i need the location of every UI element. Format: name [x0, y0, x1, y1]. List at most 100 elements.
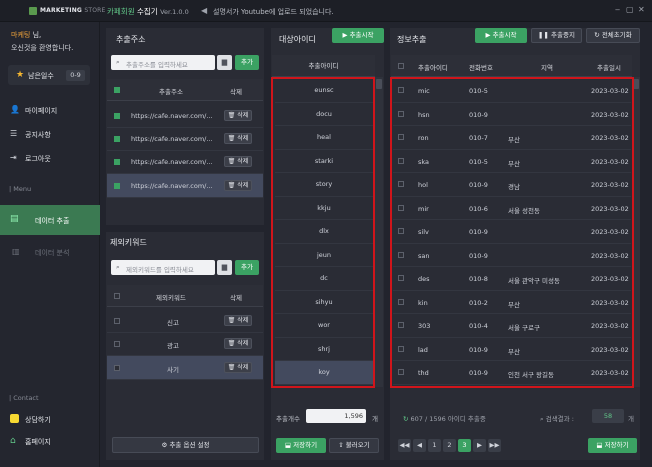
result-count-unit: 개: [628, 415, 634, 423]
last-page-icon[interactable]: ▶▶: [488, 439, 501, 452]
table-row[interactable]: https://cafe.naver.com/... 🗑 삭제: [107, 105, 263, 128]
refresh-icon: ↻: [594, 31, 600, 39]
info-table-header: 추출아이디 전화번호 지역 추출일시: [391, 55, 632, 77]
upload-icon: ⇪: [338, 441, 344, 449]
app-title: 카페회원 수집기 Ver.1.0.0: [107, 7, 189, 16]
highlight-box: [390, 77, 634, 388]
exclude-keyword-title: 제외키워드: [110, 238, 147, 247]
info-save-button[interactable]: ⬓ 저장하기: [588, 438, 637, 453]
sidebar-item-consult[interactable]: 상담하기: [25, 415, 51, 425]
save-icon: ⬓: [596, 441, 603, 449]
contact-section-label: | Contact: [9, 394, 39, 402]
target-id-title: 대상아이디: [279, 35, 316, 44]
target-count-unit: 개: [372, 415, 378, 423]
chart-icon: ▥: [12, 247, 20, 256]
table-row[interactable]: 신고 🗑 삭제: [107, 310, 263, 333]
sidebar-item-logout[interactable]: ⇥ 로그아웃: [0, 147, 100, 171]
first-page-icon[interactable]: ◀◀: [398, 439, 411, 452]
extract-options-button[interactable]: ⚙ 추출 옵션 설정: [112, 437, 259, 453]
next-page-icon[interactable]: ▶: [473, 439, 486, 452]
exclude-table-header: 제외키워드 삭제: [107, 285, 263, 307]
home-icon: ⌂: [10, 436, 16, 446]
progress-status: ↻ 607 / 1596 아이디 추출중: [403, 415, 486, 423]
page-button[interactable]: 2: [443, 439, 456, 452]
info-stop-button[interactable]: ❚❚ 추출중지: [531, 28, 582, 43]
sidebar-item-mypage[interactable]: 👤 마이페이지: [0, 99, 100, 123]
page-button[interactable]: 1: [428, 439, 441, 452]
result-count: ⌕ 검색결과 :: [540, 415, 574, 423]
target-count-label: 추출개수: [276, 415, 300, 423]
info-extract-title: 정보추출: [397, 35, 427, 44]
delete-button[interactable]: 🗑 삭제: [224, 338, 252, 349]
table-row[interactable]: https://cafe.naver.com/... 🗑 삭제: [107, 151, 263, 174]
prev-page-icon[interactable]: ◀: [413, 439, 426, 452]
row-checkbox[interactable]: [114, 365, 120, 371]
maximize-icon[interactable]: ▢: [626, 5, 634, 14]
remaining-days-label: 남은일수: [28, 72, 54, 80]
welcome-text: 오신것을 환영합니다.: [11, 44, 74, 52]
extract-table-header: 추출주소 삭제: [107, 79, 263, 101]
close-icon[interactable]: ✕: [638, 5, 645, 14]
highlight-box: [271, 77, 375, 388]
folder-icon[interactable]: ▆: [217, 55, 232, 70]
user-icon: 👤: [10, 105, 20, 114]
row-checkbox[interactable]: [114, 341, 120, 347]
sidebar-item-data-analysis[interactable]: ▥ 데이터 분석: [0, 241, 100, 265]
info-start-button[interactable]: ▶ 추출시작: [475, 28, 527, 43]
table-row[interactable]: https://cafe.naver.com/... 🗑 삭제: [107, 174, 263, 198]
database-icon: ▤: [10, 214, 19, 224]
search-icon: ⌕: [116, 58, 120, 66]
brand-name: MARKETING STORE: [40, 7, 106, 14]
list-icon: ☰: [10, 129, 18, 138]
delete-button[interactable]: 🗑 삭제: [224, 133, 252, 144]
sidebar-item-homepage[interactable]: 홈페이지: [25, 437, 51, 447]
extract-address-input[interactable]: ⌕ 추출주소를 입력하세요: [111, 55, 215, 70]
row-checkbox[interactable]: [114, 136, 120, 142]
delete-button[interactable]: 🗑 삭제: [224, 110, 252, 121]
table-row[interactable]: 사기 🗑 삭제: [107, 356, 263, 380]
page-button-active[interactable]: 3: [458, 439, 471, 452]
target-save-button[interactable]: ⬓ 저장하기: [276, 438, 326, 453]
search-icon: ⌕: [540, 415, 544, 423]
reset-all-button[interactable]: ↻ 전체초기화: [586, 28, 640, 43]
row-checkbox[interactable]: [114, 113, 120, 119]
target-load-button[interactable]: ⇪ 불러오기: [329, 438, 379, 453]
table-row[interactable]: 광고 🗑 삭제: [107, 333, 263, 356]
table-row[interactable]: https://cafe.naver.com/... 🗑 삭제: [107, 128, 263, 151]
save-icon: ⬓: [284, 441, 292, 449]
pagination: ◀◀ ◀ 1 2 3 ▶ ▶▶: [398, 439, 508, 452]
megaphone-icon: ◀: [201, 6, 208, 15]
pause-icon: ❚❚: [538, 31, 549, 39]
star-icon: ★: [16, 70, 25, 80]
select-all-checkbox[interactable]: [398, 63, 404, 69]
exclude-add-button[interactable]: 추가: [235, 260, 259, 275]
notice-text[interactable]: 설명서가 Youtube에 업로드 되었습니다.: [213, 7, 334, 17]
delete-button[interactable]: 🗑 삭제: [224, 156, 252, 167]
target-table-header: 추출아이디: [272, 55, 375, 77]
folder-icon[interactable]: ▆: [217, 260, 232, 275]
extract-address-title: 추출주소: [116, 35, 146, 44]
minimize-icon[interactable]: ‒: [615, 5, 620, 14]
target-count-value[interactable]: 1,596: [306, 409, 366, 423]
app-logo-icon: [29, 7, 37, 15]
extract-add-button[interactable]: 추가: [235, 55, 259, 70]
scroll-up-icon[interactable]: [376, 79, 382, 89]
exclude-keyword-input[interactable]: ⌕ 제외키워드를 입력하세요: [111, 260, 215, 275]
select-all-checkbox[interactable]: [114, 293, 120, 299]
logout-icon: ⇥: [10, 153, 17, 162]
target-start-button[interactable]: ▶ 추출시작: [332, 28, 384, 43]
sync-icon: ↻: [403, 415, 409, 423]
row-checkbox[interactable]: [114, 159, 120, 165]
chat-icon: [10, 414, 19, 423]
delete-button[interactable]: 🗑 삭제: [224, 362, 252, 373]
play-icon: ▶: [485, 31, 491, 39]
row-checkbox[interactable]: [114, 183, 120, 189]
delete-button[interactable]: 🗑 삭제: [224, 180, 252, 191]
target-scrollbar[interactable]: [375, 77, 383, 387]
sidebar-item-data-extract[interactable]: ▤ 데이터 추출: [0, 205, 100, 235]
search-icon: ⌕: [116, 263, 120, 271]
sidebar-item-notice[interactable]: ☰ 공지사항: [0, 123, 100, 147]
select-all-checkbox[interactable]: [114, 87, 120, 93]
row-checkbox[interactable]: [114, 318, 120, 324]
delete-button[interactable]: 🗑 삭제: [224, 315, 252, 326]
